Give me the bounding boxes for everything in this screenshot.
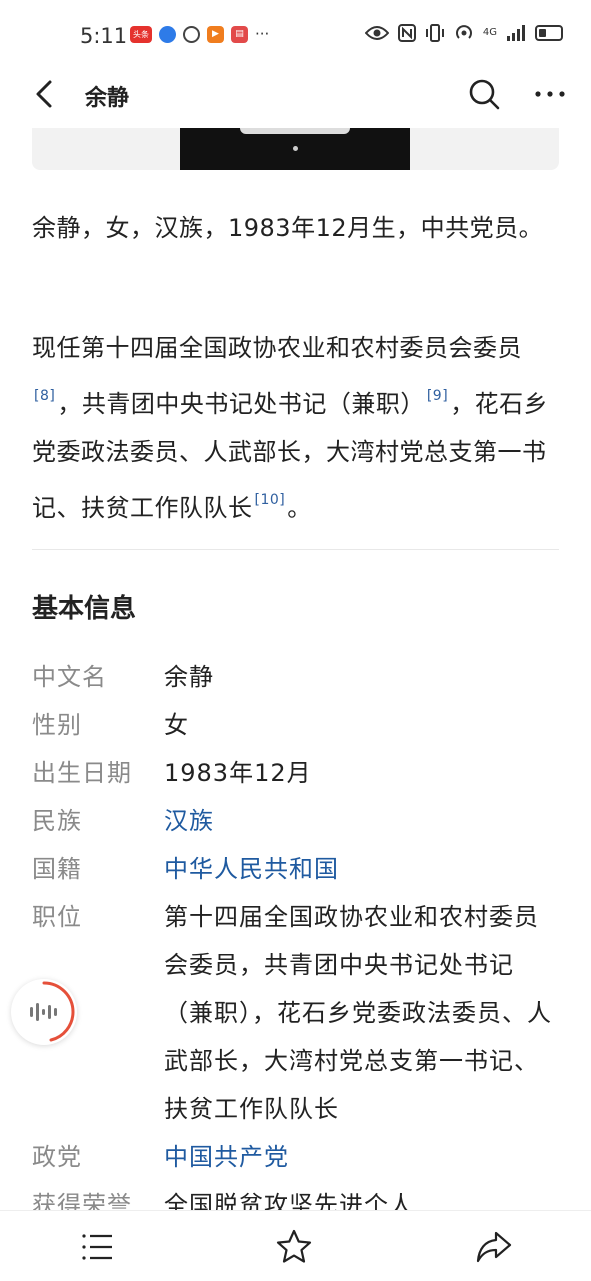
overflow-dots: ··· xyxy=(255,25,270,43)
info-value: 余静 xyxy=(164,663,214,691)
share-icon[interactable] xyxy=(474,1227,514,1267)
star-favorite-icon[interactable] xyxy=(274,1227,314,1267)
para-text: ，共青团中央书记处书记（兼职） xyxy=(57,390,425,418)
page-title: 余静 xyxy=(85,86,130,111)
para-text: 现任第十四届全国政协农业和农村委员会委员 xyxy=(32,334,522,362)
status-time: 5:11 xyxy=(80,24,128,48)
info-row-party: 政党 中国共产党 xyxy=(32,1133,559,1181)
section-divider xyxy=(32,549,559,550)
info-value: 1983年12月 xyxy=(164,759,312,787)
nationality-link[interactable]: 中华人民共和国 xyxy=(164,845,559,893)
info-row-chinese-name: 中文名 余静 xyxy=(32,653,559,701)
hotspot-icon xyxy=(455,25,472,39)
toutiao-app-icon: 头条 xyxy=(130,26,152,43)
bottom-toolbar xyxy=(0,1210,591,1281)
browser-app-icon xyxy=(159,26,176,43)
portrait-photo xyxy=(180,128,410,170)
notification-icons: 头条 ▶ ▤ ··· xyxy=(130,26,269,43)
info-row-position: 职位 第十四届全国政协农业和农村委员会委员，共青团中央书记处书记（兼职），花石乡… xyxy=(32,893,559,1133)
reader-app-icon: ▤ xyxy=(231,26,248,43)
info-key: 出生日期 xyxy=(32,759,132,787)
video-app-icon: ▶ xyxy=(207,26,224,43)
summary-paragraph: 余静，女，汉族，1983年12月生，中共党员。 xyxy=(32,214,544,242)
info-row-birth-date: 出生日期 1983年12月 xyxy=(32,749,559,797)
reference-link[interactable]: [10] xyxy=(255,492,286,508)
photo-button-detail xyxy=(293,146,298,151)
status-bar: 5:11 头条 ▶ ▤ ··· 4G xyxy=(0,0,591,70)
camera-app-icon xyxy=(183,26,200,43)
info-key: 民族 xyxy=(32,807,82,835)
photo-collar xyxy=(240,128,350,134)
basic-info-title: 基本信息 xyxy=(32,594,137,624)
menu-list-icon[interactable] xyxy=(78,1227,118,1267)
info-key: 政党 xyxy=(32,1143,82,1171)
more-options-icon[interactable] xyxy=(530,76,570,112)
para-text: 。 xyxy=(287,494,312,522)
reference-link[interactable]: [9] xyxy=(427,388,448,404)
audio-player-widget[interactable] xyxy=(11,979,77,1045)
info-key: 中文名 xyxy=(32,663,107,691)
info-value: 第十四届全国政协农业和农村委员会委员，共青团中央书记处书记（兼职），花石乡党委政… xyxy=(164,903,552,1123)
ethnicity-link[interactable]: 汉族 xyxy=(164,797,559,845)
search-icon[interactable] xyxy=(466,76,502,112)
nfc-icon xyxy=(397,24,416,42)
info-key: 国籍 xyxy=(32,855,82,883)
nav-bar: 余静 xyxy=(0,70,591,120)
back-icon[interactable] xyxy=(28,76,64,112)
eye-icon xyxy=(364,26,389,40)
portrait-photo-card[interactable] xyxy=(32,128,559,170)
vibrate-icon xyxy=(425,24,444,42)
battery-icon xyxy=(535,25,563,41)
position-paragraph: 现任第十四届全国政协农业和农村委员会委员 [8]，共青团中央书记处书记（兼职） [9… xyxy=(32,324,559,532)
reference-link[interactable]: [8] xyxy=(34,388,55,404)
signal-icon xyxy=(507,25,525,41)
system-icons: 4G xyxy=(364,24,563,42)
network-type: 4G xyxy=(482,27,497,38)
info-row-ethnicity: 民族 汉族 xyxy=(32,797,559,845)
info-row-gender: 性别 女 xyxy=(32,701,559,749)
party-link[interactable]: 中国共产党 xyxy=(164,1133,559,1181)
basic-info-table: 中文名 余静 性别 女 出生日期 1983年12月 民族 汉族 国籍 中华人民共… xyxy=(32,653,559,1229)
audio-wave-icon xyxy=(30,981,75,1042)
info-key: 性别 xyxy=(32,711,82,739)
info-row-nationality: 国籍 中华人民共和国 xyxy=(32,845,559,893)
info-value: 女 xyxy=(164,711,189,739)
